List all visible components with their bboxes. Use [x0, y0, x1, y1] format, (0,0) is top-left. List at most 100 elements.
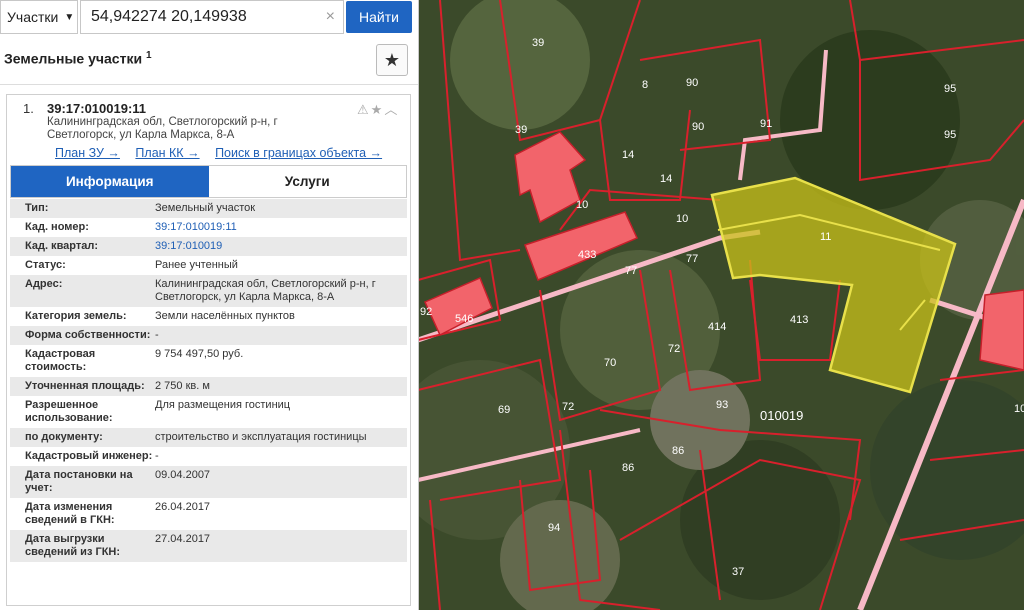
row-value-link[interactable]: 39:17:010019:11	[155, 221, 407, 234]
map-label: 91	[760, 118, 772, 130]
table-row: Дата изменения сведений в ГКН: 26.04.2017	[10, 498, 407, 530]
map-label: 39	[532, 37, 544, 49]
map-label-quarter: 010019	[760, 408, 803, 423]
row-key: Кадастровая стоимость:	[25, 348, 96, 373]
row-key: Кадастровый инженер:	[25, 450, 153, 462]
table-row: Кадастровый инженер: -	[10, 447, 407, 466]
map-label: 10	[676, 213, 688, 225]
map-label: 69	[498, 404, 510, 416]
row-key: Уточненная площадь:	[25, 380, 145, 392]
row-value: 09.04.2007	[155, 469, 211, 481]
chevron-up-icon[interactable]: ︿	[384, 102, 399, 117]
row-value: 26.04.2017	[155, 501, 211, 513]
map-label: 86	[672, 445, 684, 457]
row-value: -	[155, 450, 159, 462]
table-row: Дата выгрузки сведений из ГКН: 27.04.2017	[10, 530, 407, 562]
map-label: 70	[604, 357, 616, 369]
row-key: Кад. номер:	[25, 221, 89, 233]
map-label: 433	[578, 249, 596, 261]
clear-icon[interactable]: ×	[326, 1, 335, 33]
chevron-down-icon: ▼	[64, 11, 75, 23]
table-row: Тип: Земельный участок	[10, 199, 407, 218]
row-key: Форма собственности:	[25, 329, 151, 341]
map-label: 92	[420, 306, 432, 318]
plan-zu-link[interactable]: План ЗУ →	[55, 146, 120, 160]
map-label: 413	[790, 314, 808, 326]
map-label: 72	[668, 343, 680, 355]
search-in-bounds-link[interactable]: Поиск в границах объекта →	[215, 146, 382, 160]
row-key: Разрешенное использование:	[25, 399, 113, 424]
map-label: 546	[455, 313, 473, 325]
map-label: 94	[548, 522, 560, 534]
map-label: 414	[708, 321, 726, 333]
search-query: 54,942274 20,149938	[91, 8, 247, 25]
warning-icon[interactable]: ⚠	[357, 102, 371, 117]
map-label: 72	[562, 401, 574, 413]
search-bar: Участки ▼ 54,942274 20,149938 × Найти	[0, 0, 418, 36]
layer-select[interactable]: Участки ▼	[0, 0, 78, 34]
table-row: Дата постановки на учет: 09.04.2007	[10, 466, 407, 498]
map-label: 39	[515, 124, 527, 136]
section-title-text: Земельные участки	[4, 50, 143, 67]
row-value: Калининградская обл, Светлогорский р-н, …	[155, 278, 376, 303]
map-label: 90	[692, 121, 704, 133]
result-index: 1.	[23, 101, 34, 116]
table-row: Кадастровая стоимость: 9 754 497,50 руб.	[10, 345, 407, 377]
find-button[interactable]: Найти	[346, 1, 412, 33]
map-label: 14	[660, 173, 672, 185]
favorite-button[interactable]: ★	[376, 44, 408, 76]
row-value: 9 754 497,50 руб.	[155, 348, 244, 360]
star-icon: ★	[383, 49, 401, 70]
map-label: 10	[576, 199, 588, 211]
info-panel: Участки ▼ 54,942274 20,149938 × Найти Зе…	[0, 0, 419, 610]
row-value-link[interactable]: 39:17:010019	[155, 240, 407, 253]
map-label: 86	[622, 462, 634, 474]
table-row: Кад. номер: 39:17:010019:11	[10, 218, 407, 237]
row-key: Категория земель:	[25, 310, 127, 322]
layer-select-label: Участки	[7, 9, 59, 25]
row-value: Земли населённых пунктов	[155, 310, 295, 322]
result-links: План ЗУ → План КК → Поиск в границах объ…	[55, 146, 394, 160]
row-value: Ранее учтенный	[155, 259, 238, 271]
result-cad-number[interactable]: 39:17:010019:11	[47, 101, 146, 116]
row-key: Тип:	[25, 202, 49, 214]
tab-services[interactable]: Услуги	[208, 166, 406, 197]
row-value: Земельный участок	[155, 202, 256, 214]
row-key: Дата изменения сведений в ГКН:	[25, 501, 115, 526]
divider	[0, 84, 418, 85]
map-label: 90	[686, 77, 698, 89]
section-title: Земельные участки 1	[4, 50, 152, 67]
row-value: 27.04.2017	[155, 533, 211, 545]
table-row: Категория земель: Земли населённых пункто…	[10, 307, 407, 326]
table-row: Кад. квартал: 39:17:010019	[10, 237, 407, 256]
result-card: 1. 39:17:010019:11 Калининградская обл, …	[6, 94, 411, 606]
map-label: 37	[732, 566, 744, 578]
row-value: строительство и эксплуатация гостиницы	[155, 431, 367, 443]
row-value: Для размещения гостиниц	[155, 399, 291, 411]
map-label: 93	[716, 399, 728, 411]
map-label: 14	[622, 149, 634, 161]
row-key: Адрес:	[25, 278, 63, 290]
map-label: 11	[820, 231, 831, 243]
card-actions: ⚠★︿	[357, 99, 399, 118]
row-key: Кад. квартал:	[25, 240, 99, 252]
row-key: Статус:	[25, 259, 66, 271]
row-value: 2 750 кв. м	[155, 380, 210, 392]
tab-information[interactable]: Информация	[11, 166, 209, 197]
map-label: 77	[625, 265, 637, 277]
plan-kk-link[interactable]: План КК →	[135, 146, 199, 160]
table-row: по документу: строительство и эксплуатаци…	[10, 428, 407, 447]
table-row: Форма собственности: -	[10, 326, 407, 345]
table-row: Адрес: Калининградская обл, Светлогорский…	[10, 275, 407, 307]
map-label: 10	[1014, 403, 1024, 415]
row-key: Дата постановки на учет:	[25, 469, 133, 494]
search-input[interactable]: 54,942274 20,149938 ×	[80, 0, 344, 34]
section-count: 1	[145, 50, 152, 61]
star-icon[interactable]: ★	[371, 102, 385, 117]
row-value: -	[155, 329, 159, 341]
row-key: Дата выгрузки сведений из ГКН:	[25, 533, 121, 558]
info-tabs: Информация Услуги	[10, 165, 407, 198]
row-key: по документу:	[25, 431, 103, 443]
map-label: 95	[944, 83, 956, 95]
map-label: 95	[944, 129, 956, 141]
